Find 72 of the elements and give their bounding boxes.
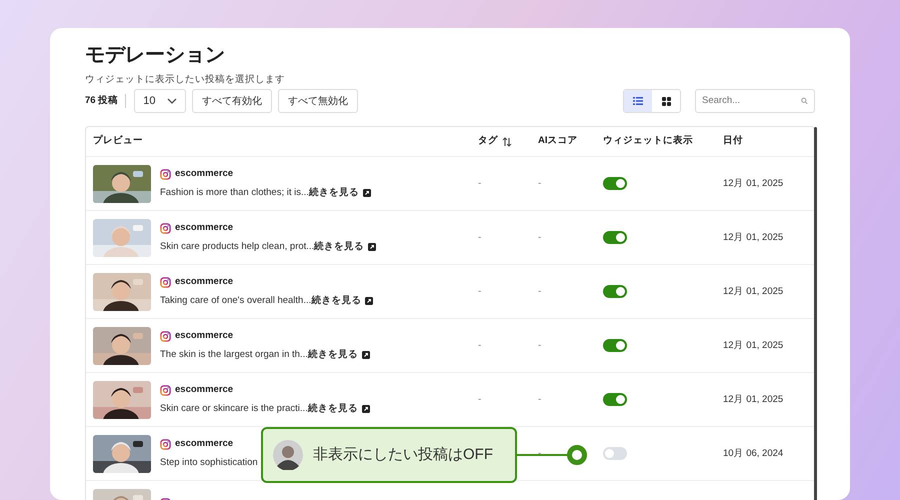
read-more-link[interactable]: 続きを見る xyxy=(314,240,364,252)
external-link-icon[interactable] xyxy=(362,350,370,359)
account-name: escommerce xyxy=(175,329,234,344)
chevron-down-icon xyxy=(167,98,178,104)
toggle-switch[interactable] xyxy=(603,177,627,190)
list-icon xyxy=(633,97,643,105)
account-name: escommerce xyxy=(175,167,234,182)
instagram-icon xyxy=(160,168,171,180)
ai-score-value: - xyxy=(538,232,542,243)
read-more-link[interactable]: 続きを見る xyxy=(308,186,359,198)
external-link-icon[interactable] xyxy=(362,404,370,413)
tag-value: - xyxy=(478,340,482,351)
instagram-icon xyxy=(160,384,171,396)
post-date: 12月 01, 2025 xyxy=(723,178,784,189)
post-caption: Step into sophistication xyxy=(160,456,258,470)
post-caption: Fashion is more than clothes; it is...続きを見る xyxy=(160,186,359,200)
read-more-link[interactable]: 続きを見る xyxy=(311,294,362,306)
disable-all-button[interactable]: すべて無効化 xyxy=(278,89,358,113)
tag-value: - xyxy=(478,394,482,405)
search-icon xyxy=(801,96,808,106)
toggle-switch[interactable] xyxy=(603,447,627,460)
page-size-select[interactable]: 10 xyxy=(134,89,186,113)
post-date: 12月 01, 2025 xyxy=(723,286,784,297)
account-name: escommerce xyxy=(175,275,234,290)
callout-text: 非表示にしたい投稿はOFF xyxy=(313,444,493,465)
post-date: 12月 01, 2025 xyxy=(723,340,784,351)
instagram-icon xyxy=(160,330,171,342)
enable-all-button[interactable]: すべて有効化 xyxy=(192,89,272,113)
tag-value: - xyxy=(478,286,482,297)
post-caption: Skin care products help clean, prot...続きを見る xyxy=(160,240,364,254)
toggle-switch[interactable] xyxy=(603,231,627,244)
post-date: 12月 01, 2025 xyxy=(723,232,784,243)
column-header: 日付 xyxy=(723,134,743,148)
account-name: escommerce xyxy=(175,437,234,452)
post-date: 10月 06, 2024 xyxy=(723,448,784,459)
ai-score-value: - xyxy=(538,340,542,351)
list-view-button[interactable] xyxy=(624,90,652,112)
column-header: ウィジェットに表示 xyxy=(603,134,693,148)
post-caption: Skin care or skincare is the practi...続きを見る xyxy=(160,402,358,416)
toggle-switch[interactable] xyxy=(603,285,627,298)
sort-icon[interactable] xyxy=(502,136,512,146)
read-more-link[interactable]: 続きを見る xyxy=(308,348,358,360)
external-link-icon[interactable] xyxy=(368,242,376,251)
account-name: escommerce xyxy=(175,383,234,398)
tag-value: - xyxy=(478,178,482,189)
external-link-icon[interactable] xyxy=(365,296,374,305)
ai-score-value: - xyxy=(538,286,542,297)
search-field[interactable]: Search... xyxy=(695,89,815,113)
ai-score-value: - xyxy=(538,448,542,459)
ai-score-value: - xyxy=(538,178,542,189)
column-header: AIスコア xyxy=(538,134,578,148)
page-subtitle: ウィジェットに表示したい投稿を選択します xyxy=(85,74,286,86)
account-name: escommerce xyxy=(175,221,234,236)
post-caption: Taking care of one's overall health...続きを見る xyxy=(160,294,362,308)
toggle-switch[interactable] xyxy=(603,339,627,352)
external-link-icon[interactable] xyxy=(362,188,371,197)
toggle-switch[interactable] xyxy=(603,393,627,406)
ai-score-value: - xyxy=(538,394,542,405)
post-caption: The skin is the largest organ in th...続きを見る xyxy=(160,348,358,362)
instagram-icon xyxy=(160,222,171,234)
scrollbar[interactable] xyxy=(814,127,817,500)
column-header: プレビュー xyxy=(93,134,143,148)
read-more-link[interactable]: 続きを見る xyxy=(308,402,358,414)
grid-icon xyxy=(662,96,670,106)
tag-value: - xyxy=(478,232,482,243)
column-header: タグ xyxy=(478,134,498,148)
avatar xyxy=(273,440,303,470)
post-count: 76 投稿 xyxy=(85,94,126,108)
instagram-icon xyxy=(160,276,171,288)
post-date: 12月 01, 2025 xyxy=(723,394,784,405)
instagram-icon xyxy=(160,438,171,450)
page-title: モデレーション xyxy=(85,43,226,68)
